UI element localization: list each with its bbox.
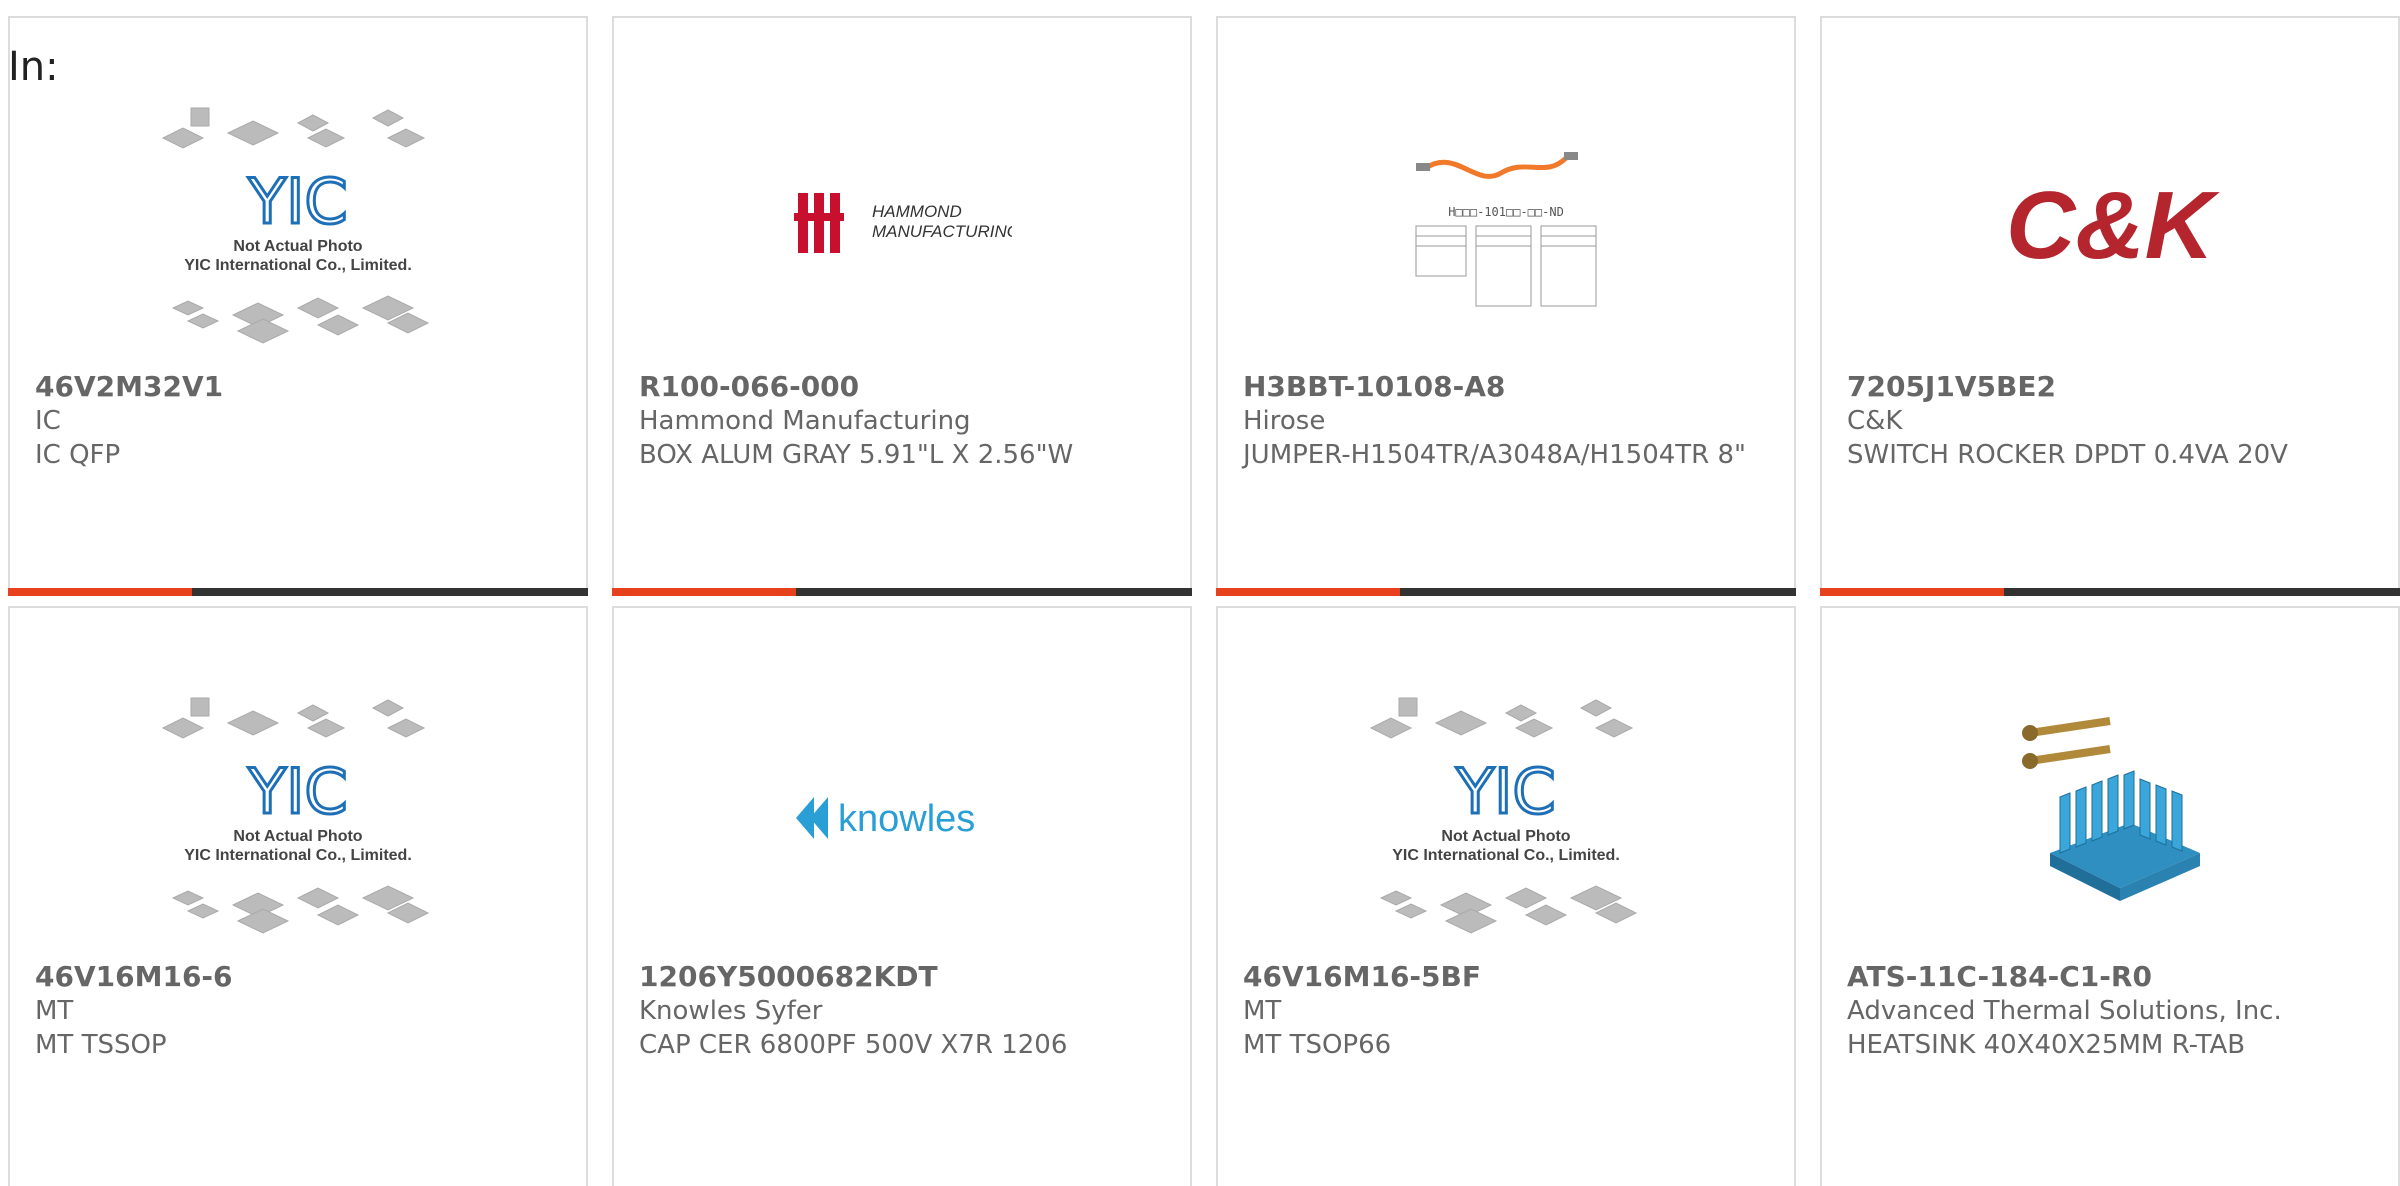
product-card[interactable]: HAMMOND MANUFACTURING. R100-066-000 Hamm…: [612, 16, 1192, 596]
description: MT TSSOP: [35, 1030, 167, 1060]
product-card[interactable]: knowles 1206Y5000682KDT Knowles Syfer CA…: [612, 606, 1192, 1186]
card-bar: [1216, 588, 1796, 596]
product-meta: 1206Y5000682KDT Knowles Syfer CAP CER 68…: [639, 960, 1170, 1062]
product-card[interactable]: H□□□-101□□-□□-ND H3BBT-10108-A8 Hirose J…: [1216, 16, 1796, 596]
svg-text:Not Actual Photo: Not Actual Photo: [233, 238, 362, 255]
product-card[interactable]: YIC Not Actual Photo YIC International C…: [8, 16, 588, 596]
svg-text:YIC International Co., Limited: YIC International Co., Limited.: [184, 847, 412, 864]
product-image[interactable]: HAMMOND MANUFACTURING.: [614, 88, 1190, 368]
manufacturer: C&K: [1847, 406, 1903, 436]
ck-logo-text: C&K: [2006, 172, 2220, 279]
svg-text:YIC International Co., Limited: YIC International Co., Limited.: [184, 257, 412, 274]
svg-text:Not Actual Photo: Not Actual Photo: [233, 828, 362, 845]
product-meta: R100-066-000 Hammond Manufacturing BOX A…: [639, 370, 1170, 472]
manufacturer: Advanced Thermal Solutions, Inc.: [1847, 996, 2282, 1026]
manufacturer: MT: [35, 996, 74, 1026]
product-card[interactable]: C&K 7205J1V5BE2 C&K SWITCH ROCKER DPDT 0…: [1820, 16, 2400, 596]
yic-logo-text: YIC: [247, 755, 347, 828]
product-image[interactable]: H□□□-101□□-□□-ND: [1218, 88, 1794, 368]
part-number[interactable]: 46V16M16-6: [35, 960, 566, 994]
description: HEATSINK 40X40X25MM R-TAB: [1847, 1030, 2246, 1060]
product-meta: 46V16M16-5BF MT MT TSOP66: [1243, 960, 1774, 1062]
manufacturer: Knowles Syfer: [639, 996, 823, 1026]
svg-text:H□□□-101□□-□□-ND: H□□□-101□□-□□-ND: [1448, 205, 1564, 219]
part-number[interactable]: H3BBT-10108-A8: [1243, 370, 1774, 404]
product-meta: 46V16M16-6 MT MT TSSOP: [35, 960, 566, 1062]
svg-text:HAMMOND: HAMMOND: [872, 202, 962, 221]
description: MT TSOP66: [1243, 1030, 1392, 1060]
manufacturer: MT: [1243, 996, 1282, 1026]
svg-text:knowles: knowles: [838, 798, 975, 840]
product-image[interactable]: [1822, 678, 2398, 958]
product-meta: ATS-11C-184-C1-R0 Advanced Thermal Solut…: [1847, 960, 2378, 1062]
manufacturer: IC: [35, 406, 61, 436]
product-meta: 7205J1V5BE2 C&K SWITCH ROCKER DPDT 0.4VA…: [1847, 370, 2378, 472]
cable-icon: [1424, 156, 1568, 179]
manufacturer: Hirose: [1243, 406, 1326, 436]
product-image[interactable]: knowles: [614, 678, 1190, 958]
part-number[interactable]: 7205J1V5BE2: [1847, 370, 2378, 404]
description: IC QFP: [35, 440, 121, 470]
svg-text:MANUFACTURING.: MANUFACTURING.: [872, 222, 1012, 241]
svg-text:YIC International Co., Limited: YIC International Co., Limited.: [1392, 847, 1620, 864]
card-bar: [8, 588, 588, 596]
product-card[interactable]: YIC Not Actual Photo YIC International C…: [8, 606, 588, 1186]
manufacturer: Hammond Manufacturing: [639, 406, 971, 436]
description: JUMPER-H1504TR/A3048A/H1504TR 8": [1243, 440, 1746, 470]
part-number[interactable]: 1206Y5000682KDT: [639, 960, 1170, 994]
part-number[interactable]: ATS-11C-184-C1-R0: [1847, 960, 2378, 994]
card-bar: [1820, 588, 2400, 596]
product-meta: H3BBT-10108-A8 Hirose JUMPER-H1504TR/A30…: [1243, 370, 1774, 472]
product-image[interactable]: YIC Not Actual Photo YIC International C…: [10, 678, 586, 958]
heatsink-icon: [2022, 717, 2200, 901]
part-number[interactable]: 46V2M32V1: [35, 370, 566, 404]
hammond-logo-icon: [794, 193, 844, 253]
yic-logo-text: YIC: [1455, 755, 1555, 828]
product-image[interactable]: YIC Not Actual Photo YIC International C…: [10, 88, 586, 368]
part-number[interactable]: 46V16M16-5BF: [1243, 960, 1774, 994]
knowles-logo-icon: [796, 797, 828, 839]
yic-logo-text: YIC: [247, 165, 347, 238]
part-number[interactable]: R100-066-000: [639, 370, 1170, 404]
product-image[interactable]: YIC Not Actual Photo YIC International C…: [1218, 678, 1794, 958]
product-meta: 46V2M32V1 IC IC QFP: [35, 370, 566, 472]
product-image[interactable]: C&K: [1822, 88, 2398, 368]
in-label: In:: [8, 44, 59, 90]
product-card[interactable]: YIC Not Actual Photo YIC International C…: [1216, 606, 1796, 1186]
description: SWITCH ROCKER DPDT 0.4VA 20V: [1847, 440, 2288, 470]
description: CAP CER 6800PF 500V X7R 1206: [639, 1030, 1068, 1060]
card-bar: [612, 588, 1192, 596]
svg-text:Not Actual Photo: Not Actual Photo: [1441, 828, 1570, 845]
description: BOX ALUM GRAY 5.91"L X 2.56"W: [639, 440, 1074, 470]
product-card[interactable]: ATS-11C-184-C1-R0 Advanced Thermal Solut…: [1820, 606, 2400, 1186]
